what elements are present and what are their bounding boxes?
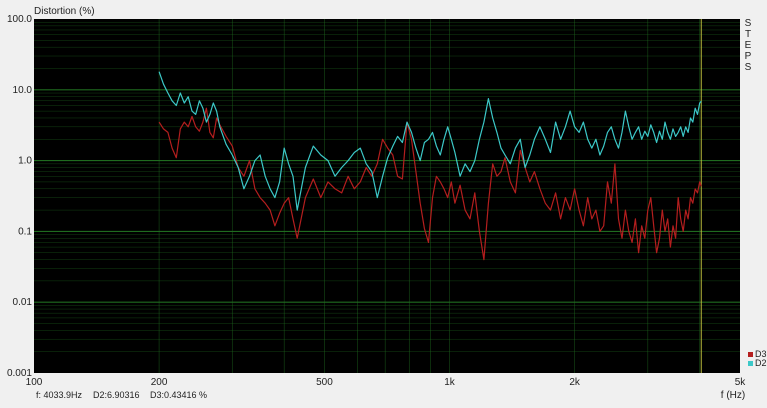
x-tick-label: 2k <box>569 377 581 388</box>
status-frequency: f: 4033.9Hz <box>36 390 83 400</box>
x-tick-label: 5k <box>735 377 747 388</box>
y-tick-label: 0.01 <box>13 297 33 308</box>
distortion-chart: 100 200 500 1k 2k 5k100.010.01.00.10.010.001 … <box>7 6 767 401</box>
steps-letter: S <box>745 62 752 73</box>
y-axis-label: Distortion (%) <box>34 6 95 17</box>
steps-button[interactable]: STEPS <box>745 18 752 73</box>
x-tick-label: 200 <box>151 377 168 388</box>
steps-letter: P <box>745 51 752 62</box>
steps-letter: S <box>745 18 752 29</box>
y-tick-label: 100.0 <box>7 14 32 25</box>
steps-letter: T <box>745 29 751 40</box>
x-axis-label: f (Hz) <box>721 390 745 401</box>
legend-swatch-d3 <box>748 352 753 357</box>
status-d3: D3:0.43416 % <box>150 390 207 400</box>
legend-swatch-d2 <box>748 361 753 366</box>
legend-label-d2: D2 <box>755 358 767 368</box>
y-tick-label: 1.0 <box>18 156 32 167</box>
steps-letter: E <box>745 40 752 51</box>
plot-area <box>34 19 740 373</box>
x-tick-label: 1k <box>444 377 456 388</box>
x-tick-label: 500 <box>316 377 333 388</box>
y-tick-label: 0.001 <box>7 368 32 379</box>
y-tick-label: 10.0 <box>13 85 33 96</box>
y-tick-label: 0.1 <box>18 226 32 237</box>
status-d2: D2:6.90316 <box>93 390 140 400</box>
legend: D3D2 <box>748 349 767 368</box>
